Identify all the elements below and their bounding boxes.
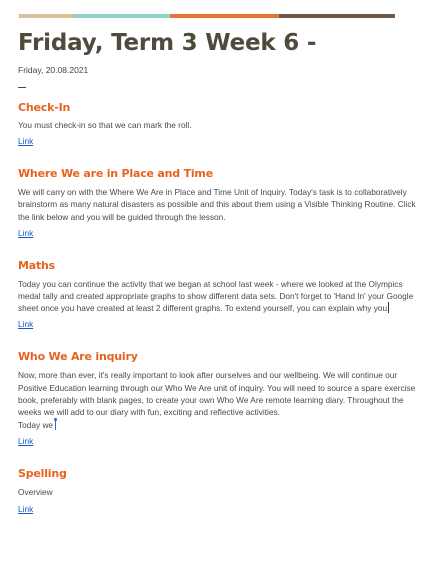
- page-date: Friday, 20.08.2021: [18, 65, 89, 75]
- color-bar-segment-1: [19, 14, 74, 18]
- page-title: Friday, Term 3 Week 6 -: [18, 30, 317, 56]
- section-text[interactable]: Now, more than ever, it's really importa…: [18, 369, 418, 418]
- section-who-we-are: Who We Are inquiry Now, more than ever, …: [18, 350, 418, 449]
- color-bar-segment-4: [279, 14, 395, 18]
- document-page: Friday, Term 3 Week 6 - Friday, 20.08.20…: [18, 14, 418, 517]
- section-heading: Spelling: [18, 467, 67, 481]
- maths-paragraph: Today you can continue the activity that…: [18, 278, 414, 314]
- section-text[interactable]: Today you can continue the activity that…: [18, 278, 418, 315]
- section-spelling: Spelling Overview Link: [18, 467, 418, 516]
- section-place-and-time: Where We are in Place and Time We will c…: [18, 167, 418, 241]
- section-text[interactable]: You must check-in so that we can mark th…: [18, 119, 418, 131]
- section-check-in: Check-In You must check-in so that we ca…: [18, 101, 418, 149]
- color-bar-segment-2: [74, 14, 170, 18]
- section-heading: Who We Are inquiry: [18, 350, 138, 364]
- divider-dash: [18, 87, 26, 88]
- place-and-time-link[interactable]: Link: [18, 227, 33, 239]
- color-bar-segment-3: [170, 14, 279, 18]
- maths-link[interactable]: Link: [18, 318, 33, 330]
- section-maths: Maths Today you can continue the activit…: [18, 259, 418, 333]
- text-caret: [388, 302, 390, 314]
- check-in-link[interactable]: Link: [18, 135, 33, 147]
- who-we-are-link[interactable]: Link: [18, 435, 33, 447]
- section-text[interactable]: Overview: [18, 486, 418, 498]
- decorative-color-bar: [19, 14, 395, 18]
- today-we-text: Today we: [18, 420, 54, 431]
- section-text[interactable]: We will carry on with the Where We Are i…: [18, 186, 418, 223]
- section-heading: Check-In: [18, 101, 71, 114]
- spelling-link[interactable]: Link: [18, 503, 33, 515]
- section-heading: Where We are in Place and Time: [18, 167, 213, 181]
- section-heading: Maths: [18, 258, 56, 272]
- section-text-continued[interactable]: Today we: [18, 418, 418, 431]
- collaborator-cursor-icon: [54, 418, 58, 431]
